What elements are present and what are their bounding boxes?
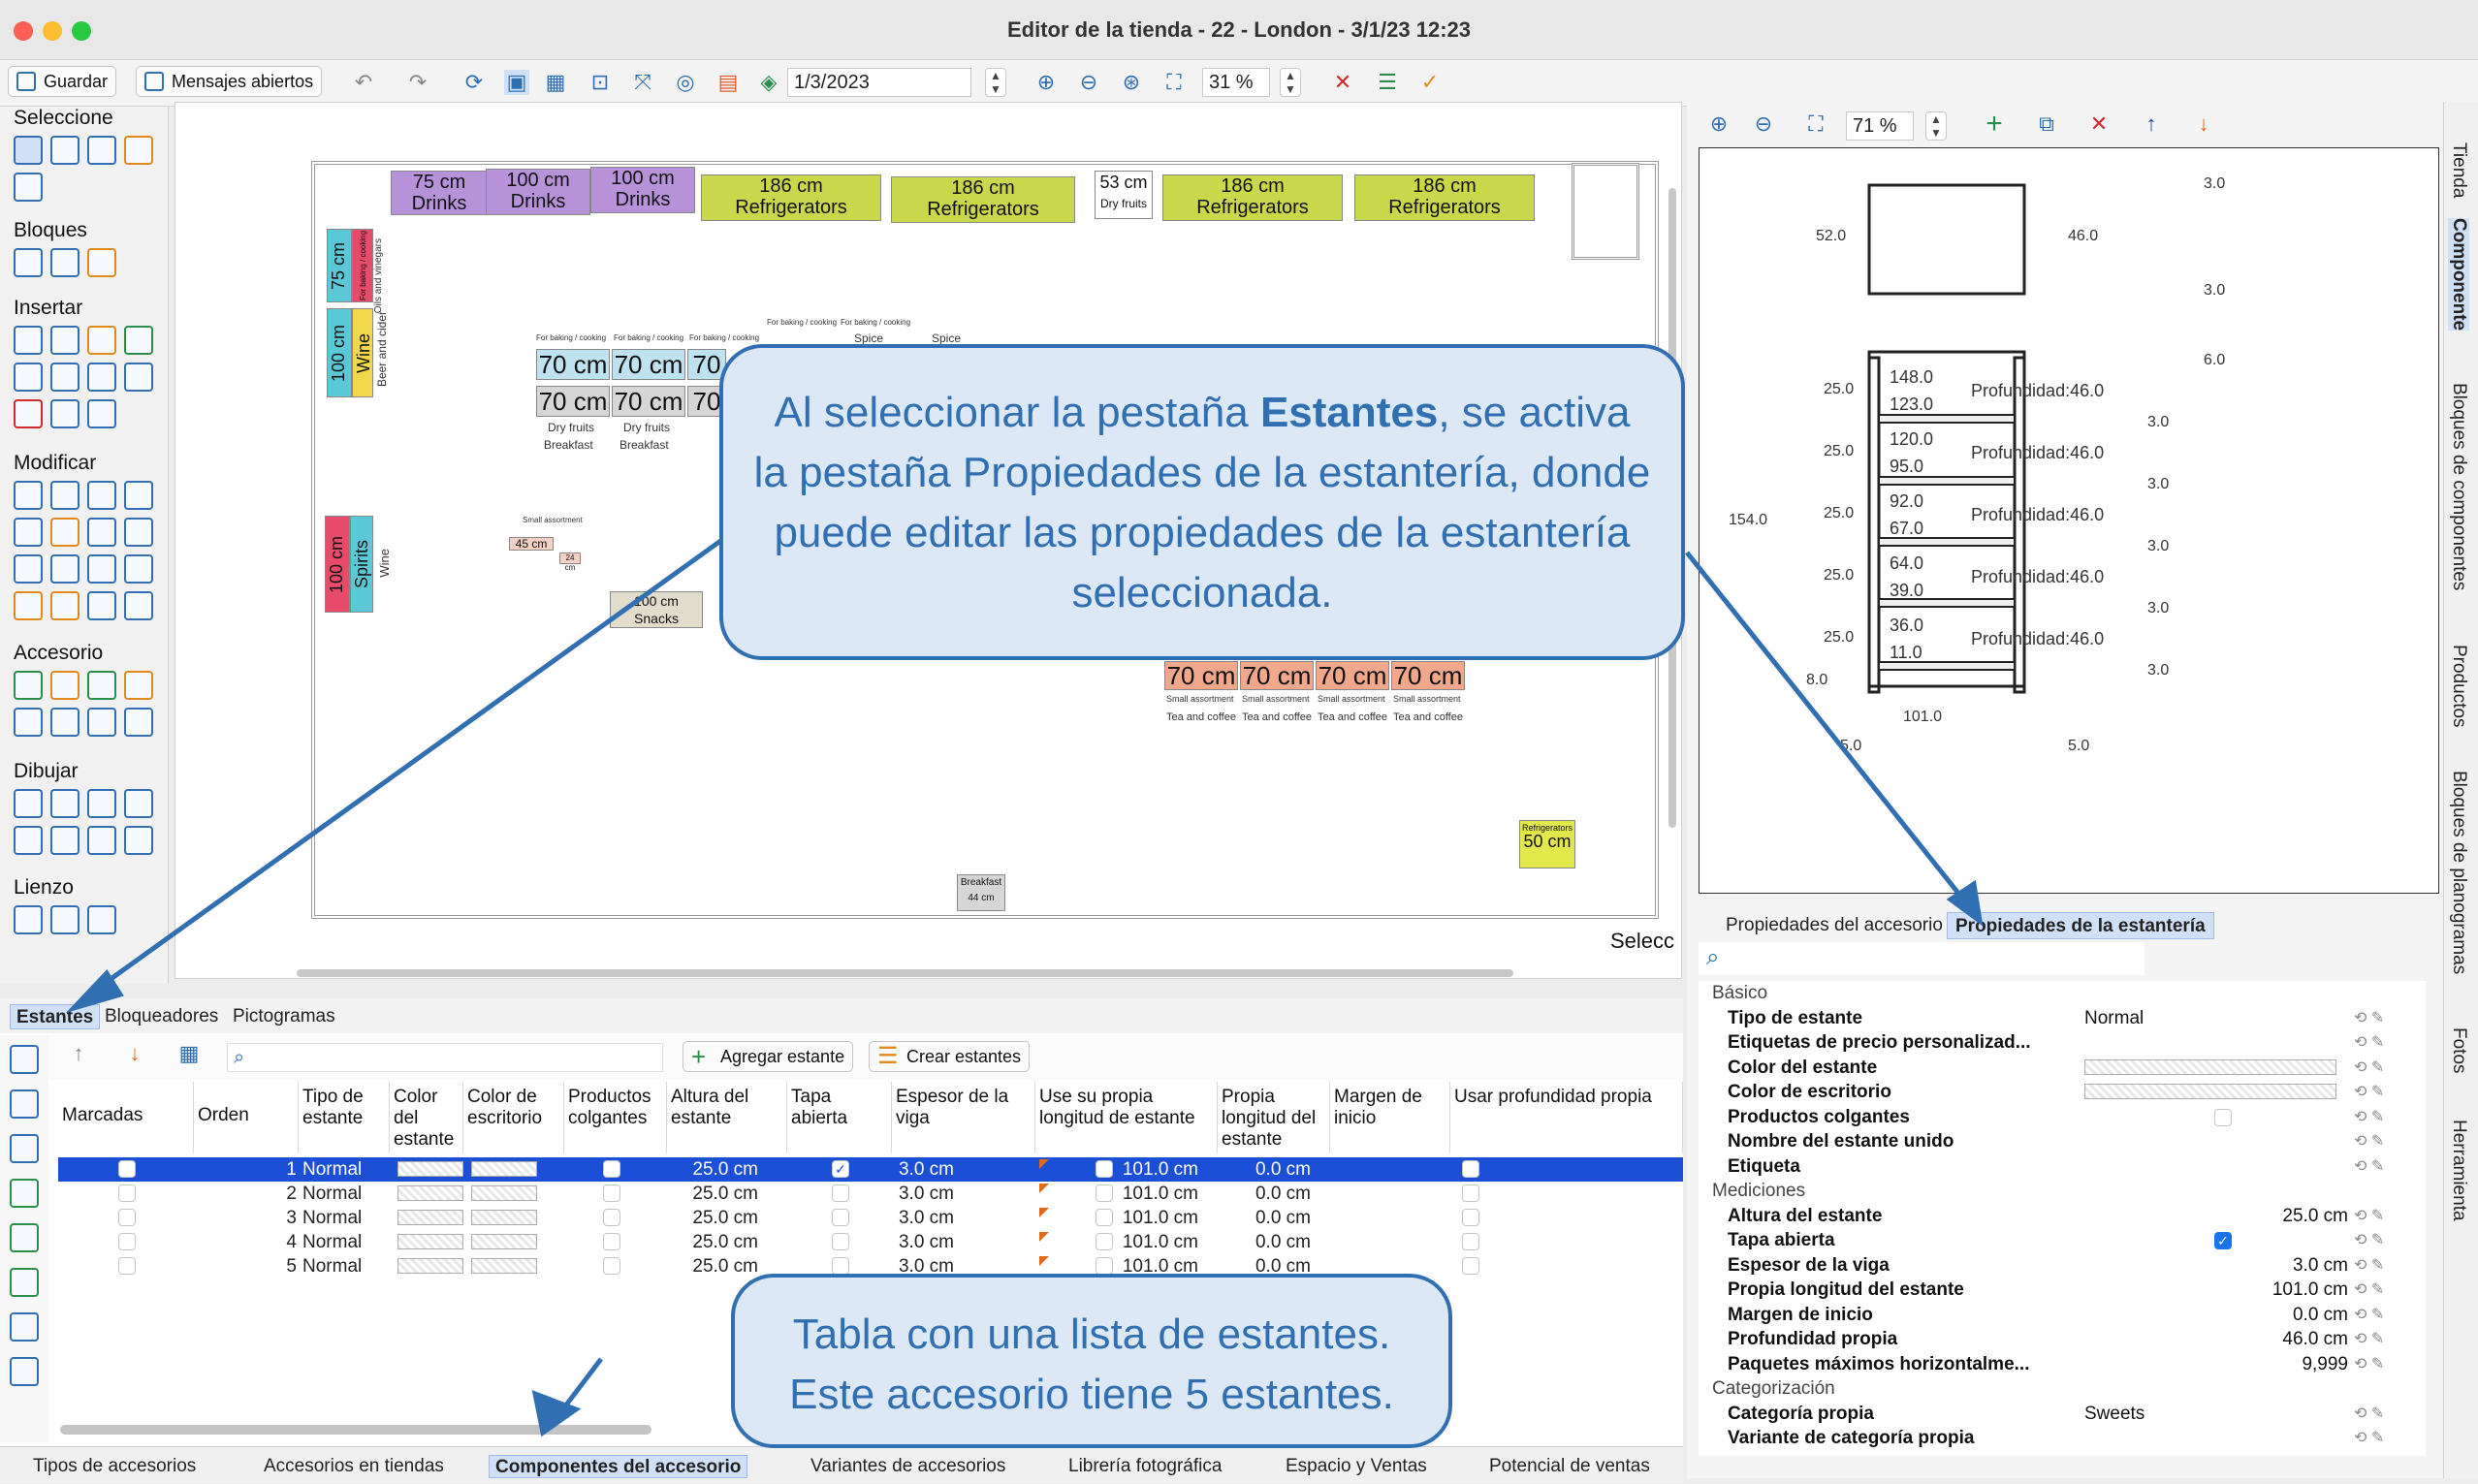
callout-shelves-tab: Al seleccionar la pestaña Estantes, se a… xyxy=(719,344,1685,660)
callout-shelves-table: Tabla con una lista de estantes. Este ac… xyxy=(731,1274,1452,1448)
annotation-arrows xyxy=(65,526,1984,1437)
callout-top-pre: Al seleccionar la pestaña xyxy=(774,389,1260,436)
app-window: Editor de la tienda - 22 - London - 3/1/… xyxy=(0,0,2478,1484)
callout-top-bold: Estantes xyxy=(1259,389,1439,436)
